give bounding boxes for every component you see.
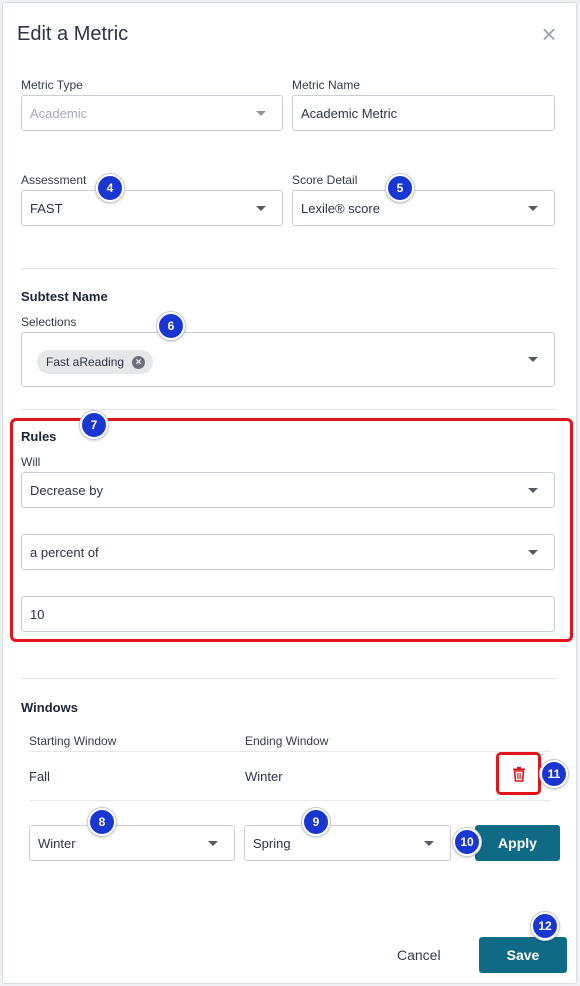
metric-type-label: Metric Type <box>21 78 83 92</box>
step-badge-7: 7 <box>80 411 108 439</box>
apply-button[interactable]: Apply <box>475 825 560 861</box>
trash-icon <box>512 766 525 782</box>
new-ending-window-select[interactable]: Spring <box>244 825 451 861</box>
chevron-down-icon <box>256 205 266 211</box>
divider <box>21 678 557 679</box>
subtest-title: Subtest Name <box>21 289 108 304</box>
metric-name-input[interactable]: Academic Metric <box>292 95 555 131</box>
selections-label: Selections <box>21 315 77 329</box>
new-starting-window-select[interactable]: Winter <box>29 825 235 861</box>
step-badge-8: 8 <box>88 808 116 836</box>
rules-highlight-box <box>10 418 573 642</box>
assessment-value: FAST <box>30 200 63 216</box>
assessment-select[interactable]: FAST <box>21 190 283 226</box>
step-badge-5: 5 <box>386 174 414 202</box>
chip-label: Fast aReading <box>46 355 125 369</box>
table-divider <box>30 800 551 801</box>
table-divider <box>30 751 551 752</box>
step-badge-12: 12 <box>531 912 559 940</box>
remove-chip-icon[interactable]: × <box>132 355 146 369</box>
subtest-chip: Fast aReading × <box>37 350 154 374</box>
new-ending-window-value: Spring <box>253 835 291 851</box>
chevron-down-icon <box>424 840 434 846</box>
chevron-down-icon <box>256 110 266 116</box>
score-detail-select[interactable]: Lexile® score <box>292 190 555 226</box>
new-starting-window-value: Winter <box>38 835 76 851</box>
step-badge-9: 9 <box>302 808 330 836</box>
ending-window-header: Ending Window <box>245 734 329 748</box>
step-badge-11: 11 <box>540 760 568 788</box>
step-badge-4: 4 <box>96 174 124 202</box>
window-row-end: Winter <box>245 769 283 784</box>
delete-window-button[interactable] <box>496 752 541 795</box>
dialog-title: Edit a Metric <box>17 23 129 45</box>
score-detail-label: Score Detail <box>292 173 358 187</box>
step-badge-6: 6 <box>157 312 185 340</box>
cancel-button[interactable]: Cancel <box>397 947 441 963</box>
starting-window-header: Starting Window <box>29 734 117 748</box>
chevron-down-icon <box>528 357 538 362</box>
chevron-down-icon <box>208 840 218 846</box>
step-badge-10: 10 <box>453 828 481 856</box>
metric-name-value: Academic Metric <box>301 105 398 121</box>
score-detail-value: Lexile® score <box>301 200 380 216</box>
divider <box>21 409 557 410</box>
metric-type-value: Academic <box>30 105 88 121</box>
metric-name-label: Metric Name <box>292 78 361 92</box>
close-icon[interactable]: × <box>539 21 559 47</box>
chevron-down-icon <box>528 205 538 211</box>
windows-title: Windows <box>21 700 78 715</box>
metric-type-select: Academic <box>21 95 283 131</box>
divider <box>21 268 557 269</box>
window-row-start: Fall <box>29 769 50 784</box>
save-button[interactable]: Save <box>479 937 567 973</box>
assessment-label: Assessment <box>21 173 87 187</box>
